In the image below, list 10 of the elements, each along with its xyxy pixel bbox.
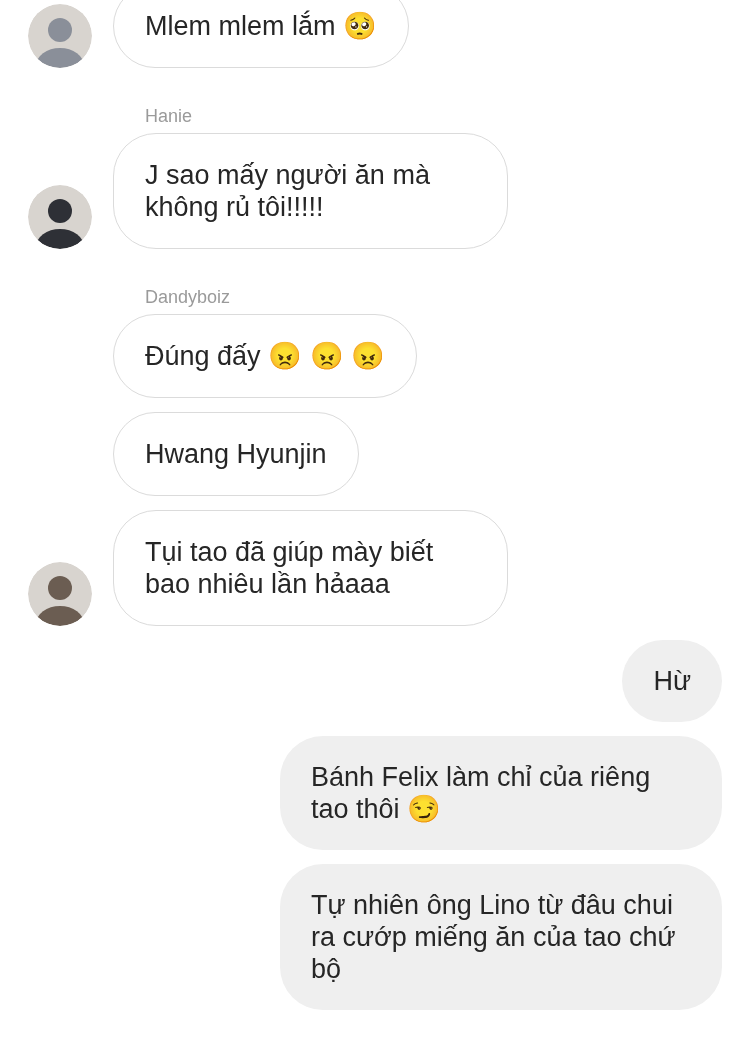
message-bubble: Hwang Hyunjin [113, 412, 359, 496]
message-bubble: Bánh Felix làm chỉ của riêng tao thôi 😏 [280, 736, 722, 850]
sender-name: Dandyboiz [145, 287, 232, 308]
message-bubble: Mlem mlem lắm 🥺 [113, 0, 409, 68]
message-bubble: J sao mấy người ăn mà không rủ tôi!!!!! [113, 133, 508, 249]
sender-name: Hanie [145, 106, 194, 127]
message-bubble: Tụi tao đã giúp mày biết bao nhiêu lần hảaaa [113, 510, 508, 626]
message-bubble: Tự nhiên ông Lino từ đâu chui ra cướp miếng ăn của tao chứ bộ [280, 864, 722, 1010]
message-bubble: Hừ [622, 640, 722, 722]
message-bubble: Đúng đấy 😠 😠 😠 [113, 314, 418, 398]
